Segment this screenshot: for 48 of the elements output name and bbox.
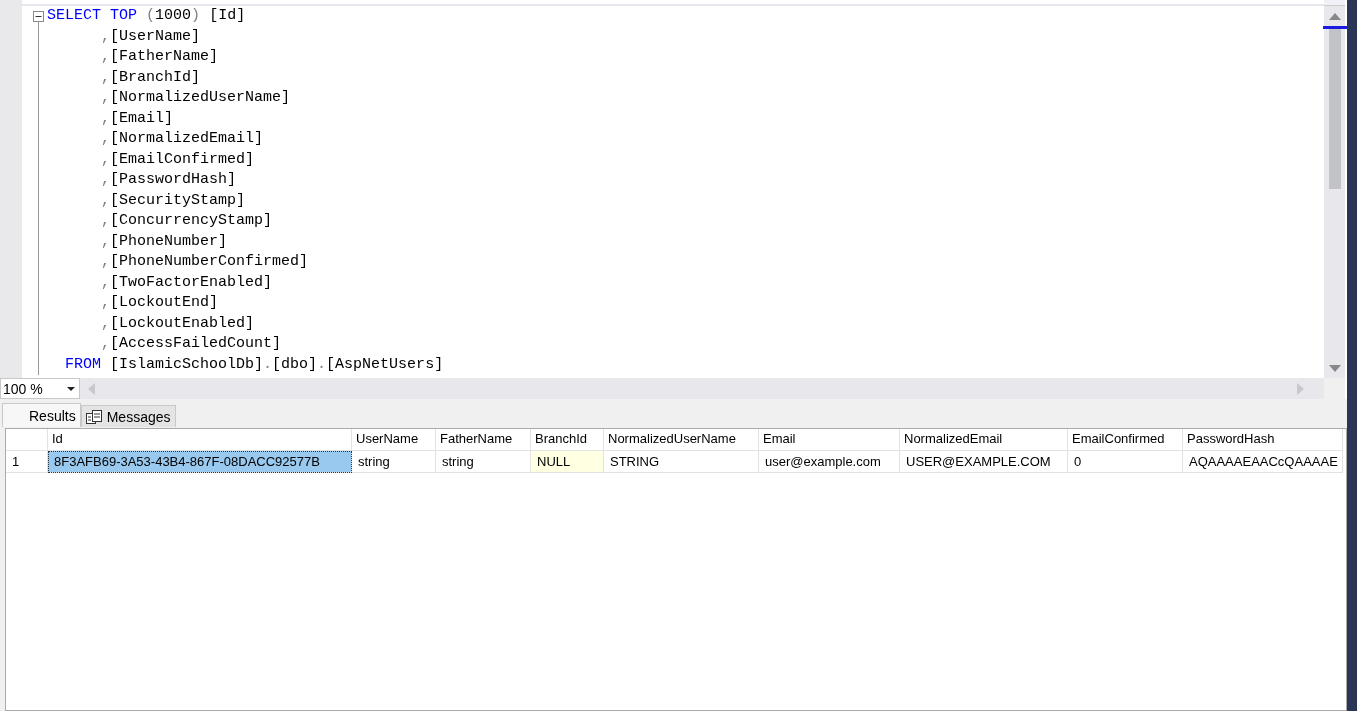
table-cell[interactable]: STRING: [604, 451, 759, 473]
code-line: SELECT TOP (1000) [Id]: [47, 6, 246, 26]
column-header[interactable]: NormalizedEmail: [900, 429, 1068, 451]
vertical-scrollbar[interactable]: [1324, 0, 1345, 378]
table-cell[interactable]: 0: [1068, 451, 1183, 473]
column-header[interactable]: PasswordHash: [1183, 429, 1343, 451]
code-line: FROM [IslamicSchoolDb].[dbo].[AspNetUsers]: [64, 354, 444, 375]
column-header[interactable]: UserName: [352, 429, 436, 451]
scroll-right-icon[interactable]: [1297, 382, 1304, 395]
scroll-left-icon[interactable]: [88, 382, 95, 395]
code-line: ,[NormalizedUserName]: [100, 88, 291, 108]
table-cell[interactable]: AQAAAAEAACcQAAAAE: [1183, 451, 1343, 473]
code-line: ,[BranchId]: [100, 67, 201, 88]
horizontal-scrollbar[interactable]: [80, 378, 1324, 399]
code-line: ,[Email]: [100, 108, 174, 129]
scroll-down-icon[interactable]: [1328, 365, 1341, 372]
column-header[interactable]: NormalizedUserName: [604, 429, 759, 451]
results-tab[interactable]: Results: [2, 403, 81, 427]
column-header[interactable]: EmailConfirmed: [1068, 429, 1183, 451]
code-line: ,[EmailConfirmed]: [100, 149, 255, 170]
table-cell[interactable]: string: [352, 451, 436, 473]
caret-icon[interactable]: [67, 386, 75, 391]
column-header[interactable]: Email: [759, 429, 900, 451]
code-line: ,[SecurityStamp]: [100, 190, 246, 211]
table-cell[interactable]: 8F3AFB69-3A53-43B4-867F-08DACC92577B: [48, 451, 352, 473]
code-line: ,[UserName]: [100, 26, 201, 47]
table-cell[interactable]: NULL: [531, 451, 604, 473]
zoom-dropdown[interactable]: 100 %: [0, 378, 80, 399]
split-icon[interactable]: [1324, 0, 1345, 6]
messages-icon: [85, 409, 102, 424]
collapse-icon[interactable]: [33, 11, 44, 22]
code-line: ,[TwoFactorEnabled]: [100, 272, 273, 293]
code-line: ,[PhoneNumberConfirmed]: [100, 252, 309, 272]
code-line: ,[FatherName]: [100, 47, 219, 67]
code-line: ,[AccessFailedCount]: [100, 334, 282, 354]
code-line: ,[NormalizedEmail]: [100, 129, 264, 149]
results-tab[interactable]: Messages: [80, 405, 176, 427]
code-line: ,[ConcurrencyStamp]: [100, 211, 273, 231]
scroll-up-icon[interactable]: [1328, 13, 1341, 20]
scroll-thumb[interactable]: [1328, 29, 1341, 189]
code-line: ,[LockoutEnabled]: [100, 313, 255, 334]
code-line: ,[PhoneNumber]: [100, 231, 228, 252]
table-cell[interactable]: user@example.com: [759, 451, 900, 473]
grid-corner[interactable]: [6, 429, 48, 451]
column-header[interactable]: FatherName: [436, 429, 531, 451]
code-line: ,[PasswordHash]: [100, 170, 237, 190]
table-cell[interactable]: USER@EXAMPLE.COM: [900, 451, 1068, 473]
code-line: ,[LockoutEnd]: [100, 293, 219, 313]
